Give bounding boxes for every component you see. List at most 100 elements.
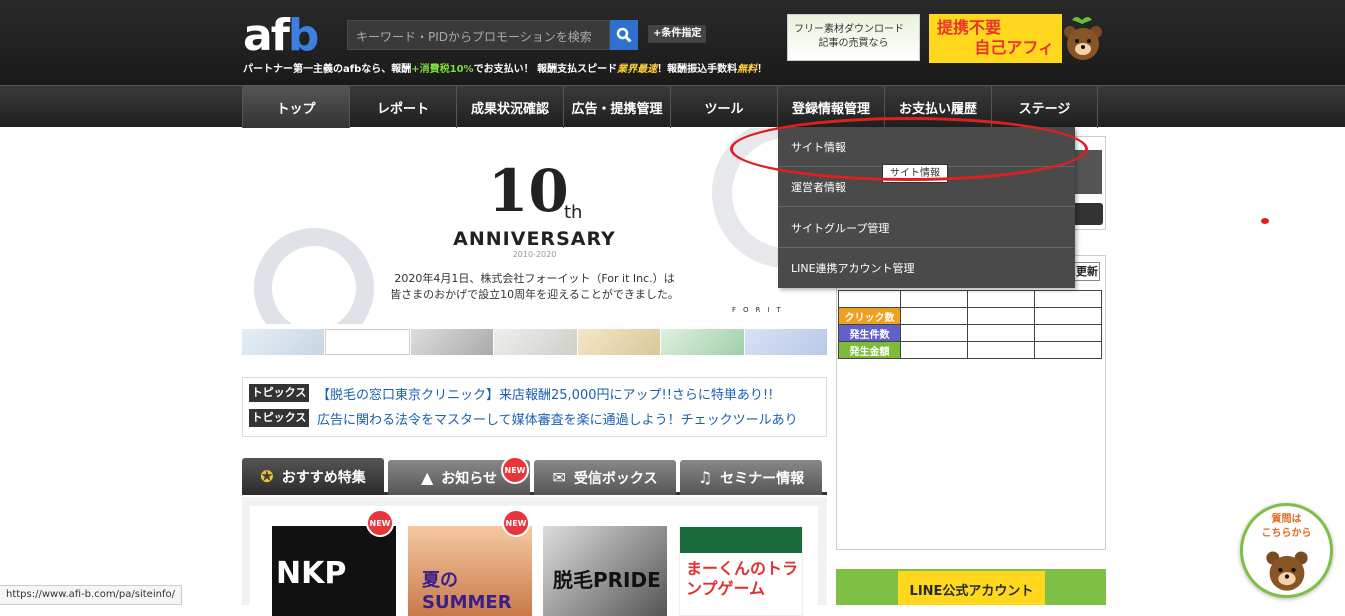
promo-card[interactable]: 脱毛PRIDE [543, 526, 667, 616]
cards-inner: NKP 夏の SUMMER 脱毛PRIDE まーくんのトランプゲーム [250, 506, 818, 616]
hero-ten: 10 [488, 157, 569, 225]
bear-mascot-icon [1266, 551, 1308, 591]
hero-thumbnail[interactable] [242, 329, 325, 355]
stats-cell [1034, 307, 1102, 325]
topics-box: トピックス 【脱毛の窓口東京クリニック】来店報酬25,000円にアップ!!さらに特… [242, 377, 827, 437]
tab-label: お知らせ [441, 470, 498, 487]
topic-tag: トピックス [249, 384, 309, 402]
topic-tag: トピックス [249, 409, 309, 427]
topic-item[interactable]: トピックス 【脱毛の窓口東京クリニック】来店報酬25,000円にアップ!!さらに特… [249, 383, 773, 403]
stats-cell [967, 307, 1035, 325]
stats-label-count: 発生件数 [838, 324, 901, 342]
bear-mascot-icon [1064, 17, 1102, 60]
afb-logo[interactable]: afb [243, 14, 319, 58]
recommended-cards: NKP 夏の SUMMER 脱毛PRIDE まーくんのトランプゲーム NEW N… [242, 497, 827, 616]
tab-seminar[interactable]: ♫ セミナー情報 [680, 460, 822, 495]
tab-label: セミナー情報 [720, 470, 805, 487]
table-row: クリック数 [838, 307, 1102, 325]
medal-icon: ✪ [260, 467, 274, 486]
promo-card[interactable]: まーくんのトランプゲーム [679, 526, 803, 616]
free-material-banner[interactable]: フリー素材ダウンロード記事の売買なら [787, 14, 920, 61]
hero-text-line2: 皆さまのおかげで設立10周年を迎えることができました。 [390, 288, 679, 301]
table-row: 発生件数 [838, 324, 1102, 342]
hero-thumbnail[interactable] [744, 329, 827, 355]
question-line1: 質問は [1271, 514, 1302, 525]
header: afb パートナー第一主義のafbなら、報酬+消費税10%でお支払い！ 報酬支払… [0, 0, 1345, 85]
feature-tabs: ✪ おすすめ特集 ▲ お知らせ ✉ 受信ボックス ♫ セミナー情報 NEW [242, 456, 827, 495]
status-bar-url: https://www.afi-b.com/pa/siteinfo/ [0, 585, 182, 605]
banner1-line2: 記事の売買なら [818, 38, 889, 49]
topic-link[interactable]: 【脱毛の窓口東京クリニック】来店報酬25,000円にアップ!!さらに特単あり!! [317, 384, 773, 403]
search-icon [616, 27, 632, 43]
hero-thumbnail[interactable] [661, 329, 744, 355]
stats-cell [967, 290, 1035, 308]
stats-cell [900, 307, 968, 325]
new-badge: NEW [501, 456, 529, 484]
mail-icon: ✉ [552, 468, 566, 487]
search-input[interactable]: キーワード・PIDからプロモーションを検索 [347, 20, 610, 50]
hero-text: 2020年4月1日、株式会社フォーイット（For it Inc.）は 皆さまのおか… [242, 271, 827, 303]
table-row [838, 290, 1102, 308]
nav-report[interactable]: レポート [349, 86, 456, 128]
table-row: 発生金額 [838, 341, 1102, 359]
refresh-button[interactable]: 更新 [1074, 262, 1100, 281]
hero-thumbnail[interactable] [325, 329, 410, 355]
nav-ads[interactable]: 広告・提携管理 [563, 86, 670, 128]
self-affiliate-banner[interactable]: 提携不要 自己アフィ [929, 14, 1062, 63]
card-title: 脱毛PRIDE [553, 568, 661, 592]
dropdown-item-site-group[interactable]: サイトグループ管理 [778, 208, 1075, 248]
card-title: 夏の SUMMER [422, 570, 512, 613]
stats-cell [900, 324, 968, 342]
headphone-icon: ♫ [697, 468, 713, 487]
tab-inbox[interactable]: ✉ 受信ボックス [534, 460, 676, 495]
question-line2: こちらから [1261, 528, 1312, 539]
hero-text-line1: 2020年4月1日、株式会社フォーイット（For it Inc.）は [394, 272, 675, 285]
stats-label-amount: 発生金額 [838, 341, 901, 359]
topic-link[interactable]: 広告に関わる法令をマスターして媒体審査を楽に通過しよう！チェックツールあり [317, 409, 798, 428]
stats-label-clicks: クリック数 [838, 307, 901, 325]
stats-cell [1034, 324, 1102, 342]
cone-icon: ▲ [420, 468, 434, 487]
hero-thumbnail[interactable] [494, 329, 577, 355]
promo-card[interactable]: 夏の SUMMER [408, 526, 532, 616]
hero-anniversary: ANNIVERSARY [453, 228, 616, 250]
promo-card[interactable]: NKP [272, 526, 396, 616]
stats-cell [1034, 290, 1102, 308]
stats-table: クリック数 発生件数 発生金額 [838, 290, 1102, 359]
dropdown-item-line-account[interactable]: LINE連携アカウント管理 [778, 248, 1075, 288]
card-title: まーくんのトランプゲーム [686, 559, 799, 598]
tab-label: 受信ボックス [573, 470, 658, 487]
stats-cell [900, 341, 968, 359]
hero-years: 2010-2020 [512, 250, 557, 259]
nav-tools[interactable]: ツール [670, 86, 777, 128]
banner1-line1: フリー素材ダウンロード [794, 24, 904, 35]
hero-thumbnails [242, 329, 827, 355]
new-badge: NEW [502, 509, 530, 537]
user-info-button[interactable] [1075, 203, 1103, 225]
banner2-line2: 自己アフィ [974, 38, 1054, 57]
tab-recommended[interactable]: ✪ おすすめ特集 [242, 458, 384, 495]
question-label: 質問は こちらから [1240, 513, 1333, 541]
nav-top[interactable]: トップ [242, 86, 349, 128]
hero-thumbnail[interactable] [410, 329, 494, 355]
tagline: パートナー第一主義のafbなら、報酬+消費税10%でお支払い！ 報酬支払スピード… [243, 64, 768, 75]
banner2-line1: 提携不要 [937, 18, 1002, 37]
new-badge: NEW [366, 509, 394, 537]
stats-cell [900, 290, 968, 308]
hero-thumbnail[interactable] [577, 329, 661, 355]
main-nav: トップ レポート 成果状況確認 広告・提携管理 ツール 登録情報管理 お支払い履… [0, 85, 1345, 128]
red-dot-marker [1261, 218, 1269, 224]
search-button[interactable] [610, 20, 638, 50]
topic-item[interactable]: トピックス 広告に関わる法令をマスターして媒体審査を楽に通過しよう！チェックツール… [249, 408, 798, 428]
nav-results[interactable]: 成果状況確認 [456, 86, 563, 128]
condition-button[interactable]: +条件指定 [648, 25, 707, 43]
hero-th: th [564, 202, 583, 223]
stats-header-cell [838, 290, 901, 308]
stats-cell [967, 341, 1035, 359]
stats-cell [967, 324, 1035, 342]
stats-cell [1034, 341, 1102, 359]
hero-forit-logo: FORIT [732, 306, 788, 314]
highlight-annotation [730, 117, 1088, 181]
tab-label: おすすめ特集 [281, 469, 366, 486]
line-banner-label[interactable]: LINE公式アカウント [898, 571, 1045, 605]
